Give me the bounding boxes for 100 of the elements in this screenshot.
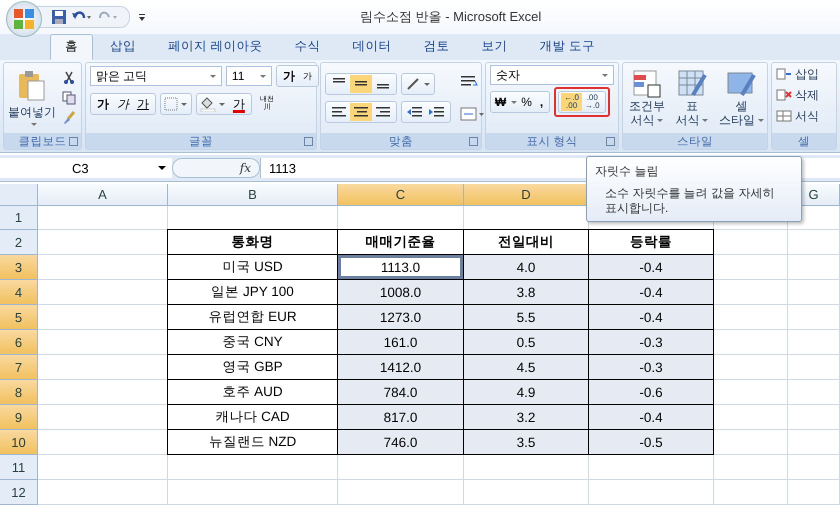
- tooltip-text: 표시합니다.: [604, 201, 670, 216]
- number-format-field[interactable]: 숫자: [490, 65, 614, 85]
- dialog-launcher-icon[interactable]: [68, 137, 78, 146]
- format-as-table-button[interactable]: 표 서식: [672, 69, 711, 127]
- currency-button[interactable]: ₩: [492, 93, 508, 111]
- cut-icon[interactable]: [62, 71, 76, 85]
- ribbon-tab[interactable]: 데이터: [337, 34, 406, 60]
- table-cell: -0.4: [588, 254, 714, 280]
- clipboard-icon: [17, 70, 47, 102]
- grid-cell: [788, 430, 840, 455]
- grid-cell: [788, 280, 840, 305]
- merge-cells-icon[interactable]: [458, 105, 485, 123]
- ribbon-tab[interactable]: 삽입: [95, 34, 151, 60]
- table-cell: 5.5: [463, 304, 589, 330]
- conditional-format-button[interactable]: 조건부 서식: [626, 69, 667, 127]
- percent-button[interactable]: %: [517, 93, 536, 111]
- customize-icon[interactable]: [138, 12, 146, 22]
- tooltip-title: 자릿수 늘림: [595, 163, 660, 180]
- grid-cell: [788, 330, 840, 355]
- comma-button[interactable]: ,: [536, 93, 548, 111]
- table-cell: -0.4: [588, 404, 714, 430]
- column-header[interactable]: D: [464, 184, 589, 206]
- table-cell: -0.3: [588, 329, 714, 355]
- dialog-launcher-icon[interactable]: [468, 137, 478, 146]
- grid-cell: [788, 405, 840, 430]
- row-header[interactable]: 6: [0, 330, 38, 355]
- table-cell: 0.5: [463, 329, 589, 355]
- copy-icon[interactable]: [62, 91, 76, 105]
- underline-button[interactable]: 가: [132, 95, 153, 113]
- table-cell: 1273.0: [337, 304, 464, 330]
- row-header[interactable]: 9: [0, 405, 38, 430]
- row-header[interactable]: 10: [0, 430, 38, 455]
- grid-cell: [788, 305, 840, 330]
- row-header[interactable]: 5: [0, 305, 38, 330]
- table-cell: 784.0: [337, 379, 464, 405]
- row-header[interactable]: 1: [0, 206, 38, 230]
- grid-cell: [788, 230, 840, 255]
- table-cell: -0.3: [588, 354, 714, 380]
- bold-button[interactable]: 가: [92, 95, 113, 113]
- row-header[interactable]: 4: [0, 280, 38, 305]
- column-header[interactable]: C: [338, 184, 464, 206]
- font-name-field[interactable]: 맑은 고딕: [90, 66, 222, 86]
- grid-cell: [788, 455, 840, 480]
- group-label: 맞춤: [388, 134, 413, 148]
- ribbon-tab[interactable]: 수식: [279, 34, 336, 60]
- table-cell: -0.6: [588, 379, 714, 405]
- table-cell: 4.5: [463, 354, 589, 380]
- border-icon[interactable]: [162, 96, 189, 112]
- ribbon-tab[interactable]: 검토: [408, 34, 464, 60]
- column-header[interactable]: B: [168, 184, 338, 206]
- paste-button[interactable]: 붙여넣기: [8, 70, 56, 126]
- delete-cells-icon: [776, 88, 792, 102]
- save-icon[interactable]: [51, 9, 67, 25]
- grid-cell: [788, 480, 840, 505]
- column-header[interactable]: A: [38, 184, 168, 206]
- grow-font-button[interactable]: 가: [278, 67, 299, 85]
- row-header[interactable]: 3: [0, 255, 38, 280]
- insert-button[interactable]: 삽입: [776, 65, 819, 83]
- insert-function-button[interactable]: fx: [172, 158, 260, 178]
- table-cell: 4.9: [463, 379, 589, 405]
- ribbon-tab[interactable]: 페이지 레이아웃: [153, 34, 278, 60]
- font-size-field[interactable]: 11: [226, 66, 272, 86]
- group-label: 글꼴: [188, 134, 213, 148]
- table-cell: 3.2: [463, 404, 589, 430]
- decrease-decimal-button[interactable]: .00 →.0: [582, 93, 603, 111]
- align-icon[interactable]: [350, 103, 372, 121]
- brush-icon[interactable]: [62, 111, 76, 125]
- row-header[interactable]: 7: [0, 355, 38, 380]
- dialog-launcher-icon[interactable]: [606, 137, 615, 146]
- delete-button[interactable]: 삭제: [776, 86, 819, 104]
- insert-cells-icon: [776, 67, 792, 81]
- window-title: 림수소점 반올 - Microsoft Excel: [360, 8, 542, 26]
- table-cell: 3.5: [463, 429, 589, 455]
- group-label: 표시 형식: [526, 134, 578, 148]
- row-header[interactable]: 12: [0, 480, 38, 505]
- group-label: 셀: [798, 134, 810, 148]
- row-header[interactable]: 11: [0, 455, 38, 480]
- table-cell: 161.0: [337, 329, 464, 355]
- name-box[interactable]: C3: [0, 158, 172, 178]
- table-cell: -0.4: [588, 279, 714, 305]
- grid-cell: [788, 380, 840, 405]
- group-label: 스타일: [676, 134, 713, 148]
- format-button[interactable]: 서식: [776, 107, 819, 125]
- dialog-launcher-icon[interactable]: [304, 137, 313, 146]
- ribbon-tab[interactable]: 홈: [50, 34, 93, 60]
- italic-button[interactable]: 가: [112, 95, 133, 113]
- table-cell: 1113.0: [337, 254, 464, 280]
- table-cell: 4.0: [463, 254, 589, 280]
- cell-styles-button[interactable]: 셀 스타일: [716, 69, 766, 127]
- office-button[interactable]: [6, 1, 42, 37]
- row-header[interactable]: 8: [0, 380, 38, 405]
- ribbon-tab[interactable]: 보기: [466, 34, 522, 60]
- table-cell: 1412.0: [337, 354, 464, 380]
- ribbon-tab[interactable]: 개발 도구: [524, 34, 610, 60]
- increase-decimal-button[interactable]: ←.0 .00: [561, 93, 582, 111]
- shrink-font-button[interactable]: 가: [298, 67, 316, 85]
- group-label: 클립보드: [18, 134, 66, 148]
- table-cell: -0.5: [588, 429, 714, 455]
- align-icon[interactable]: [350, 75, 372, 93]
- row-header[interactable]: 2: [0, 230, 38, 255]
